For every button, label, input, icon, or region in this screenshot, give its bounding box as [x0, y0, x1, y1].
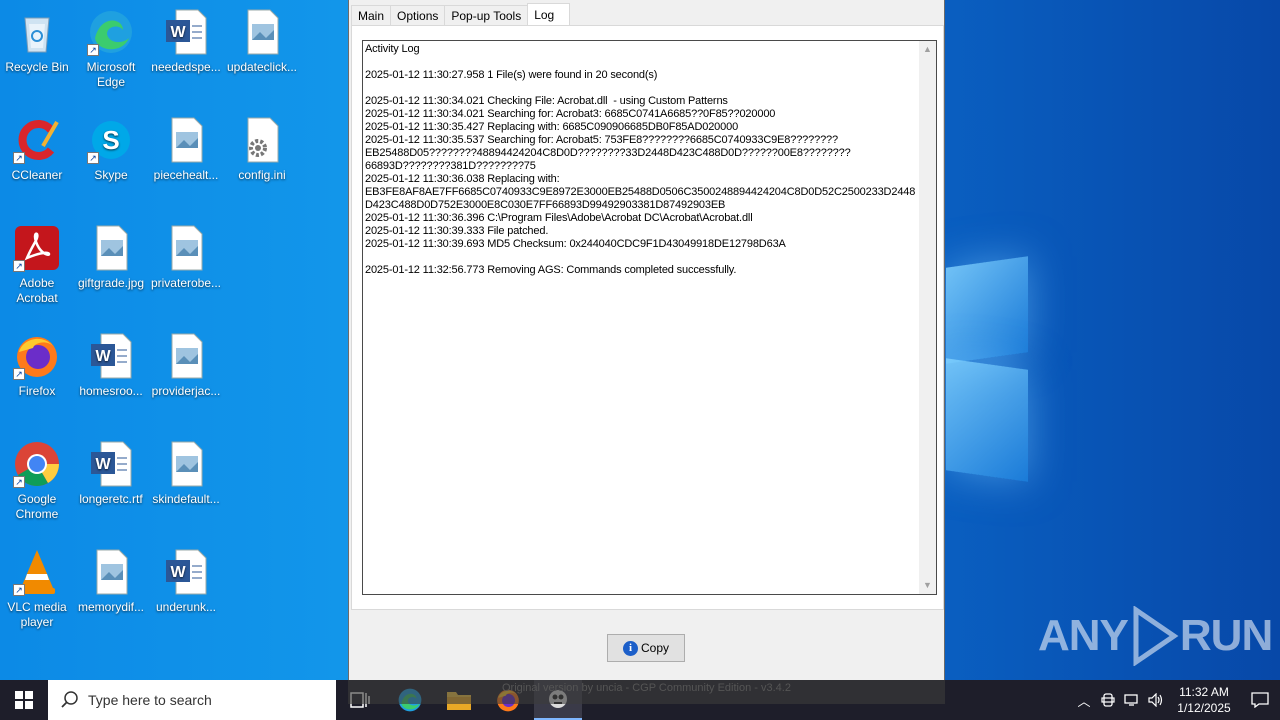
- vlc-icon: ↗: [13, 548, 61, 596]
- desktop-icon-ccleaner[interactable]: ↗ CCleaner: [0, 116, 74, 183]
- network-icon[interactable]: [1120, 680, 1144, 720]
- log-scrollbar[interactable]: ▲ ▼: [919, 41, 936, 594]
- device-icon[interactable]: [1096, 680, 1120, 720]
- desktop-icon-label: Skype: [94, 168, 128, 182]
- acrobat-icon: ↗: [13, 224, 61, 272]
- desktop-icon-updateclick[interactable]: updateclick...: [225, 8, 299, 75]
- desktop-icon-label: homesroo...: [79, 384, 143, 398]
- desktop-icon-label: CCleaner: [11, 168, 63, 182]
- desktop-icon-label: Adobe Acrobat: [16, 276, 58, 305]
- desktop-icon-piecehealt[interactable]: piecehealt...: [149, 116, 223, 183]
- svg-text:W: W: [95, 348, 111, 365]
- chevron-up-icon[interactable]: ︿: [1072, 680, 1096, 720]
- ccleaner-icon: ↗: [13, 116, 61, 164]
- desktop-icon-skype[interactable]: S ↗ Skype: [74, 116, 148, 183]
- ini-file-icon: [238, 116, 286, 164]
- system-tray: ︿ 11:32 AM 1/12/2025: [1072, 680, 1280, 720]
- desktop-icon-label: privaterobe...: [150, 276, 222, 290]
- desktop-icon-label: longeretc.rtf: [79, 492, 143, 506]
- desktop-icon-label: updateclick...: [226, 60, 298, 74]
- desktop-icon-memorydif[interactable]: memorydif...: [74, 548, 148, 615]
- chrome-icon: ↗: [13, 440, 61, 488]
- desktop-icon-label: piecehealt...: [153, 168, 219, 182]
- desktop-icon-config-ini[interactable]: config.ini: [225, 116, 299, 183]
- play-logo-icon: [1133, 606, 1179, 666]
- desktop-icon-longeretc[interactable]: W longeretc.rtf: [74, 440, 148, 507]
- anyrun-watermark: ANY RUN: [1038, 606, 1273, 666]
- start-button[interactable]: [0, 680, 48, 720]
- desktop-icon-label: Recycle Bin: [5, 60, 69, 74]
- copy-button[interactable]: i Copy: [607, 634, 685, 662]
- word-doc-icon: W: [87, 440, 135, 488]
- desktop-icon-microsoft-edge[interactable]: ↗ Microsoft Edge: [74, 8, 148, 90]
- desktop-icon-google-chrome[interactable]: ↗ Google Chrome: [0, 440, 74, 522]
- tab-options[interactable]: Options: [390, 5, 446, 26]
- copy-button-label: Copy: [640, 641, 669, 655]
- image-file-icon: [238, 8, 286, 56]
- desktop-icon-label: giftgrade.jpg: [77, 276, 145, 290]
- desktop-icon-label: memorydif...: [77, 600, 144, 614]
- taskbar-search-box[interactable]: Type here to search: [48, 680, 336, 720]
- desktop-icon-recycle-bin[interactable]: Recycle Bin: [0, 8, 74, 75]
- desktop-icon-label: providerjac...: [151, 384, 221, 398]
- desktop-icon-homesroo[interactable]: W homesroo...: [74, 332, 148, 399]
- desktop-icon-firefox[interactable]: ↗ Firefox: [0, 332, 74, 399]
- firefox-icon: ↗: [13, 332, 61, 380]
- notification-icon: [1251, 692, 1269, 708]
- search-placeholder: Type here to search: [88, 692, 212, 708]
- windows-start-icon: [15, 691, 33, 709]
- word-doc-icon: W: [162, 8, 210, 56]
- edge-icon: ↗: [87, 8, 135, 56]
- desktop-icon-skindefault[interactable]: skindefault...: [149, 440, 223, 507]
- clock-date: 1/12/2025: [1177, 701, 1231, 715]
- activity-log-textarea[interactable]: Activity Log 2025-01-12 11:30:27.958 1 F…: [362, 40, 937, 595]
- desktop-icon-label: VLC media player: [7, 600, 67, 629]
- desktop-icon-providerjac[interactable]: providerjac...: [149, 332, 223, 399]
- clock-time: 11:32 AM: [1179, 685, 1229, 699]
- image-file-icon: [162, 332, 210, 380]
- desktop-icon-underunk[interactable]: W underunk...: [149, 548, 223, 615]
- activity-log-text[interactable]: Activity Log 2025-01-12 11:30:27.958 1 F…: [365, 43, 917, 591]
- skype-icon: S ↗: [87, 116, 135, 164]
- svg-text:W: W: [170, 564, 186, 581]
- word-doc-icon: W: [87, 332, 135, 380]
- clock[interactable]: 11:32 AM 1/12/2025: [1168, 684, 1240, 716]
- desktop-icon-adobe-acrobat[interactable]: ↗ Adobe Acrobat: [0, 224, 74, 306]
- image-file-icon: [87, 224, 135, 272]
- word-doc-icon: W: [162, 548, 210, 596]
- svg-text:S: S: [102, 125, 119, 155]
- patcher-window: Main Options Pop-up Tools Log Activity L…: [348, 0, 945, 680]
- image-file-icon: [87, 548, 135, 596]
- tab-popup-tools[interactable]: Pop-up Tools: [444, 5, 529, 26]
- desktop-icon-privaterobe[interactable]: privaterobe...: [149, 224, 223, 291]
- desktop-icon-label: config.ini: [238, 168, 286, 182]
- desktop-icon-label: Google Chrome: [15, 492, 59, 521]
- image-file-icon: [162, 116, 210, 164]
- tab-main[interactable]: Main: [351, 5, 392, 26]
- scroll-down-icon[interactable]: ▼: [919, 577, 936, 594]
- image-file-icon: [162, 440, 210, 488]
- tab-bar: Main Options Pop-up Tools Log: [351, 3, 571, 26]
- image-file-icon: [162, 224, 210, 272]
- desktop-icon-label: skindefault...: [152, 492, 220, 506]
- desktop-icon-label: neededspe...: [151, 60, 221, 74]
- tab-log[interactable]: Log: [527, 3, 571, 26]
- footer-text: Original version by uncia - CGP Communit…: [502, 682, 791, 694]
- desktop-icon-vlc[interactable]: ↗ VLC media player: [0, 548, 74, 630]
- scroll-up-icon[interactable]: ▲: [919, 41, 936, 58]
- info-icon: i: [622, 640, 638, 656]
- recycle-bin-icon: [13, 8, 61, 56]
- desktop-icon-label: Microsoft Edge: [86, 60, 136, 89]
- volume-icon[interactable]: [1144, 680, 1168, 720]
- svg-text:W: W: [95, 456, 111, 473]
- notification-center-button[interactable]: [1240, 680, 1280, 720]
- desktop-icon-label: Firefox: [18, 384, 56, 398]
- desktop-icon-giftgrade[interactable]: giftgrade.jpg: [74, 224, 148, 291]
- desktop-icon-label: underunk...: [155, 600, 217, 614]
- svg-text:W: W: [170, 24, 186, 41]
- log-tab-panel: Activity Log 2025-01-12 11:30:27.958 1 F…: [351, 25, 944, 610]
- desktop-icon-neededspe[interactable]: W neededspe...: [149, 8, 223, 75]
- app-footer-credit: Original version by uncia - CGP Communit…: [348, 680, 945, 704]
- search-icon: [61, 691, 78, 708]
